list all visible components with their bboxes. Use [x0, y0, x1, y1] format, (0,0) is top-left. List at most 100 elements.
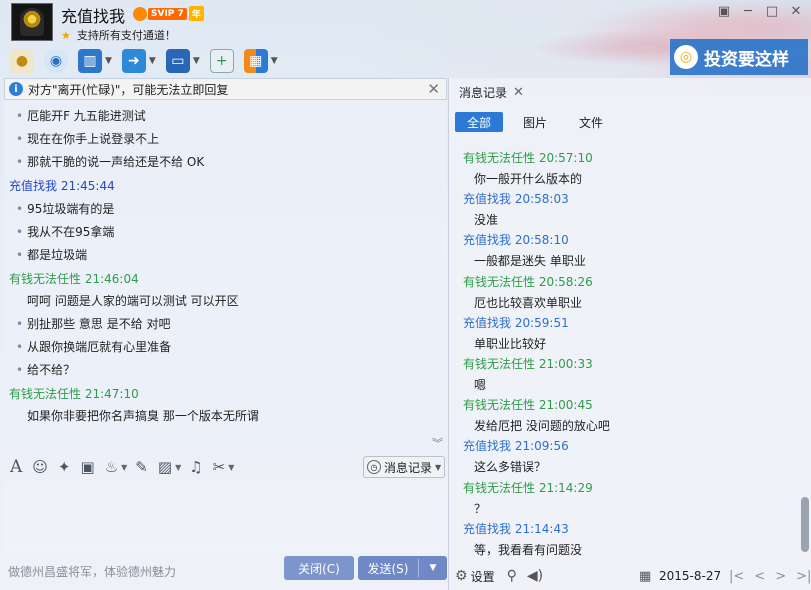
scroll-to-bottom-icon[interactable]: ︾	[432, 435, 443, 451]
video-call-icon: ◉	[44, 49, 68, 73]
history-sender-header: 充值找我 20:58:03	[463, 192, 569, 207]
microphone-icon[interactable]: ♨	[105, 458, 118, 476]
screen-share-icon: ▥	[78, 49, 102, 73]
send-options-icon[interactable]: ▼	[419, 563, 447, 573]
emoji-icon[interactable]: ☺	[32, 458, 48, 476]
chevron-down-icon[interactable]: ▼	[149, 56, 156, 66]
image-icon[interactable]: ▨	[158, 458, 172, 476]
chat-message: • 从跟你换端厄就有心里准备	[16, 340, 172, 354]
voice-call-button[interactable]: ●	[10, 49, 34, 73]
chat-message: 呵呵 问题是人家的端可以测试 可以开区	[27, 294, 239, 308]
filter-images[interactable]: 图片	[511, 112, 559, 132]
history-message: 一般都是迷失 单职业	[474, 254, 586, 269]
chat-message: • 现在在你手上说登录不上	[16, 132, 160, 146]
tab-message-history[interactable]: 消息记录 ✕	[449, 78, 811, 106]
chat-message: • 我从不在95拿端	[16, 225, 115, 239]
apps-button[interactable]: ▦ ▼	[243, 49, 278, 73]
chat-message: 如果你非要把你名声搞臭 那一个版本无所谓	[27, 409, 259, 423]
microphone-icon: ●	[10, 49, 34, 73]
skin-icon[interactable]: ▣	[713, 2, 735, 20]
ad-text: 投资要这样	[704, 49, 789, 70]
send-button[interactable]: 发送(S) ▼	[358, 556, 447, 580]
clock-icon: ◷	[367, 460, 381, 474]
history-sender-header: 充值找我 20:58:10	[463, 233, 569, 248]
chevron-down-icon[interactable]: ▼	[121, 463, 127, 472]
chevron-down-icon[interactable]: ▼	[105, 56, 112, 66]
history-sender-header: 充值找我 21:09:56	[463, 439, 569, 454]
message-input[interactable]	[4, 480, 447, 553]
magic-wand-icon[interactable]: ✦	[58, 458, 71, 476]
ad-banner[interactable]: ◎ 投资要这样	[670, 39, 808, 75]
history-footer: ⚙ 设置 ⚲ ◀) ▦ 2015-8-27 |< < > >|	[449, 562, 811, 590]
close-icon[interactable]: ✕	[785, 2, 807, 20]
close-button[interactable]: 关闭(C)	[284, 556, 354, 580]
contact-status: ★ 支持所有支付通道！	[61, 27, 176, 43]
filter-files[interactable]: 文件	[567, 112, 615, 132]
screenshot-icon[interactable]: ✂	[213, 458, 226, 476]
ad-logo-icon: ◎	[674, 45, 698, 69]
away-notice: i 对方"离开(忙碌)"，可能无法立即回复 ✕	[4, 78, 447, 100]
filter-all[interactable]: 全部	[455, 112, 504, 132]
away-notice-text: 对方"离开(忙碌)"，可能无法立即回复	[28, 82, 229, 97]
calendar-icon[interactable]: ▦	[639, 569, 651, 584]
contact-avatar[interactable]	[11, 3, 53, 41]
send-label: 发送(S)	[367, 561, 409, 576]
chevron-down-icon[interactable]: ▼	[271, 56, 278, 66]
music-icon[interactable]: ♫	[189, 458, 202, 476]
status-text: 支持所有支付通道！	[76, 29, 176, 42]
video-call-button[interactable]: ◉	[44, 49, 68, 73]
minimize-icon[interactable]: ─	[737, 2, 759, 20]
year-label: 年	[188, 6, 204, 21]
next-page-icon[interactable]: >	[775, 569, 786, 584]
add-app-button[interactable]: +	[209, 49, 234, 73]
chat-message: • 别扯那些 意思 是不给 对吧	[16, 317, 171, 331]
chat-message: • 给不给？	[16, 363, 76, 377]
svip-gem-icon	[133, 6, 147, 21]
last-page-icon[interactable]: >|	[796, 569, 811, 584]
volume-icon[interactable]: ◀)	[527, 568, 543, 584]
history-list[interactable]: 有钱无法任性 20:57:10 你一般开什么版本的 充值找我 20:58:03 没准充…	[449, 142, 801, 562]
prev-page-icon[interactable]: <	[754, 569, 765, 584]
remote-desktop-button[interactable]: ▭ ▼	[165, 49, 200, 73]
close-notice-icon[interactable]: ✕	[427, 80, 440, 98]
history-sender-header: 充值找我 21:14:43	[463, 521, 569, 536]
history-filter-tabs: 全部 图片 文件	[455, 112, 623, 132]
screen-share-button[interactable]: ▥ ▼	[78, 49, 112, 73]
contact-name[interactable]: 充值找我	[61, 3, 125, 27]
chevron-down-icon[interactable]: ▼	[193, 56, 200, 66]
history-sender-header: 有钱无法任性 21:00:33	[463, 357, 593, 371]
svip-label: SVIP 7	[148, 7, 187, 20]
chat-sender-header: 有钱无法任性 21:46:04	[9, 272, 139, 286]
history-sender-header: 有钱无法任性 20:58:26	[463, 274, 593, 289]
search-icon[interactable]: ⚲	[507, 568, 517, 584]
first-page-icon[interactable]: |<	[729, 569, 744, 584]
svip-badge[interactable]: SVIP 7 年	[133, 6, 204, 21]
font-icon[interactable]: A	[10, 457, 22, 477]
history-message: 单职业比较好	[474, 336, 547, 351]
close-tab-icon[interactable]: ✕	[513, 85, 524, 100]
chevron-down-icon[interactable]: ▼	[175, 463, 181, 472]
input-toolbar: A ☺ ✦ ▣ ♨ ▼ ✎ ▨ ▼ ♫ ✂ ▼ ◷ 消息记录 ▼	[4, 454, 447, 480]
file-transfer-button[interactable]: ➜ ▼	[121, 49, 156, 73]
gear-icon[interactable]: ⚙	[455, 568, 468, 584]
history-date[interactable]: 2015-8-27	[659, 569, 721, 583]
chevron-down-icon[interactable]: ▼	[228, 463, 234, 472]
maximize-icon[interactable]: □	[761, 2, 783, 20]
history-pane: 消息记录 ✕ 全部 图片 文件 有钱无法任性 20:57:10 你一般开什么版本的…	[448, 78, 811, 590]
star-icon: ★	[61, 28, 71, 42]
chat-message: • 厄能开F 九五能进测试	[16, 109, 146, 123]
chat-message: • 95垃圾端有的是	[16, 202, 115, 216]
chat-message: • 都是垃圾端	[16, 248, 88, 262]
message-history-button[interactable]: ◷ 消息记录 ▼	[363, 456, 445, 478]
history-message: 等，我看看有问题没	[474, 542, 583, 557]
chat-message-area[interactable]: • 厄能开F 九五能进测试 • 现在在你手上说登录不上 • 那就干脆的说一声给还是不给…	[4, 100, 447, 454]
info-icon: i	[9, 82, 23, 96]
settings-button[interactable]: 设置	[471, 568, 495, 585]
video-clip-icon[interactable]: ▣	[81, 458, 95, 476]
history-scrollbar[interactable]	[801, 142, 809, 562]
scroll-thumb[interactable]	[801, 497, 809, 552]
chat-sender-header: 有钱无法任性 21:47:10	[9, 387, 139, 401]
promo-link[interactable]: 做德州昌盛将军，体验德州魅力	[8, 563, 176, 580]
add-app-icon: +	[209, 49, 234, 73]
edit-icon[interactable]: ✎	[135, 458, 148, 476]
